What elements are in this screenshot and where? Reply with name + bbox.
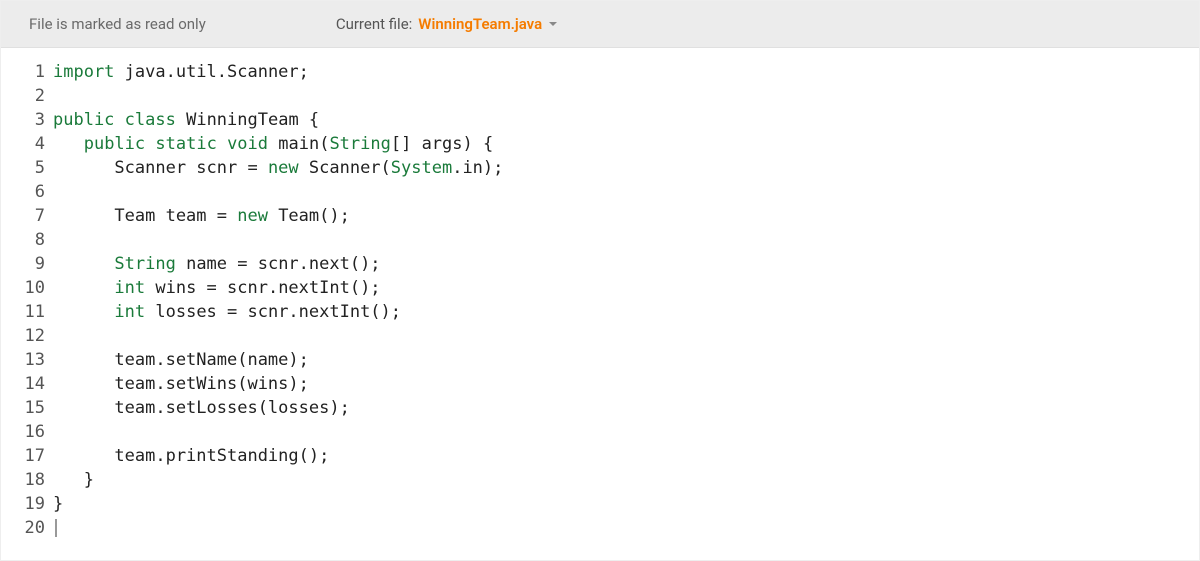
code-line bbox=[53, 180, 1199, 204]
line-number: 8 bbox=[1, 228, 45, 252]
code-line: Scanner scnr = new Scanner(System.in); bbox=[53, 156, 1199, 180]
line-number: 10 bbox=[1, 276, 45, 300]
code-line: String name = scnr.next(); bbox=[53, 252, 1199, 276]
line-number: 9 bbox=[1, 252, 45, 276]
code-line: int wins = scnr.nextInt(); bbox=[53, 276, 1199, 300]
code-line: import java.util.Scanner; bbox=[53, 60, 1199, 84]
editor-header: File is marked as read only Current file… bbox=[1, 1, 1199, 48]
code-line bbox=[53, 324, 1199, 348]
line-number-gutter: 1234567891011121314151617181920 bbox=[1, 60, 53, 540]
line-number: 11 bbox=[1, 300, 45, 324]
code-line: Team team = new Team(); bbox=[53, 204, 1199, 228]
code-line bbox=[53, 228, 1199, 252]
line-number: 19 bbox=[1, 492, 45, 516]
line-number: 2 bbox=[1, 84, 45, 108]
line-number: 4 bbox=[1, 132, 45, 156]
code-line: team.setName(name); bbox=[53, 348, 1199, 372]
line-number: 5 bbox=[1, 156, 45, 180]
text-cursor bbox=[55, 519, 57, 537]
code-line: } bbox=[53, 468, 1199, 492]
code-line: team.setLosses(losses); bbox=[53, 396, 1199, 420]
line-number: 6 bbox=[1, 180, 45, 204]
line-number: 17 bbox=[1, 444, 45, 468]
current-file-label: Current file: bbox=[336, 15, 412, 33]
line-number: 13 bbox=[1, 348, 45, 372]
code-line: team.setWins(wins); bbox=[53, 372, 1199, 396]
line-number: 15 bbox=[1, 396, 45, 420]
code-content: import java.util.Scanner; public class Wi… bbox=[53, 60, 1199, 540]
code-editor[interactable]: 1234567891011121314151617181920 import j… bbox=[1, 48, 1199, 540]
line-number: 16 bbox=[1, 420, 45, 444]
file-selector-dropdown[interactable]: WinningTeam.java bbox=[418, 15, 558, 33]
readonly-status-label: File is marked as read only bbox=[29, 15, 206, 33]
code-line bbox=[53, 420, 1199, 444]
code-line: public static void main(String[] args) { bbox=[53, 132, 1199, 156]
editor-container: File is marked as read only Current file… bbox=[0, 0, 1200, 561]
line-number: 7 bbox=[1, 204, 45, 228]
line-number: 12 bbox=[1, 324, 45, 348]
line-number: 20 bbox=[1, 516, 45, 540]
caret-down-icon bbox=[548, 15, 558, 33]
line-number: 14 bbox=[1, 372, 45, 396]
code-line bbox=[53, 516, 1199, 540]
code-line: int losses = scnr.nextInt(); bbox=[53, 300, 1199, 324]
code-line: } bbox=[53, 492, 1199, 516]
code-line: team.printStanding(); bbox=[53, 444, 1199, 468]
line-number: 18 bbox=[1, 468, 45, 492]
line-number: 1 bbox=[1, 60, 45, 84]
line-number: 3 bbox=[1, 108, 45, 132]
code-line bbox=[53, 84, 1199, 108]
current-file-name: WinningTeam.java bbox=[418, 15, 542, 33]
header-center: Current file: WinningTeam.java bbox=[206, 15, 1171, 33]
code-line: public class WinningTeam { bbox=[53, 108, 1199, 132]
